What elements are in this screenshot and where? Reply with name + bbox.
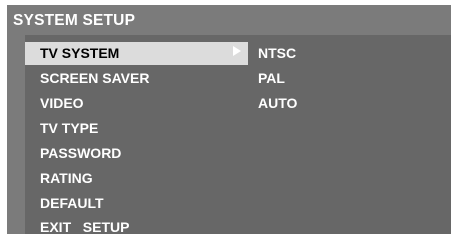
menu-item-exit-setup[interactable]: EXIT SETUP <box>25 216 248 239</box>
option-ntsc[interactable]: NTSC <box>256 42 298 65</box>
menu-item-default[interactable]: DEFAULT <box>25 192 248 215</box>
menu-item-video[interactable]: VIDEO <box>25 92 248 115</box>
triangle-right-icon <box>233 46 241 56</box>
tv-system-options: NTSC PAL AUTO <box>256 35 451 234</box>
system-setup-osd: SYSTEM SETUP TV SYSTEM SCREEN SAVER VIDE… <box>7 5 451 235</box>
menu-item-password[interactable]: PASSWORD <box>25 142 248 165</box>
setup-menu-list: TV SYSTEM SCREEN SAVER VIDEO TV TYPE PAS… <box>25 35 249 235</box>
option-auto[interactable]: AUTO <box>256 92 299 115</box>
menu-item-tv-system[interactable]: TV SYSTEM <box>25 42 248 65</box>
menu-item-tv-type[interactable]: TV TYPE <box>25 117 248 140</box>
menu-item-rating[interactable]: RATING <box>25 167 248 190</box>
page-title: SYSTEM SETUP <box>13 12 136 29</box>
option-pal[interactable]: PAL <box>256 67 287 90</box>
menu-item-screen-saver[interactable]: SCREEN SAVER <box>25 67 248 90</box>
setup-menu-panel: TV SYSTEM SCREEN SAVER VIDEO TV TYPE PAS… <box>25 35 451 235</box>
